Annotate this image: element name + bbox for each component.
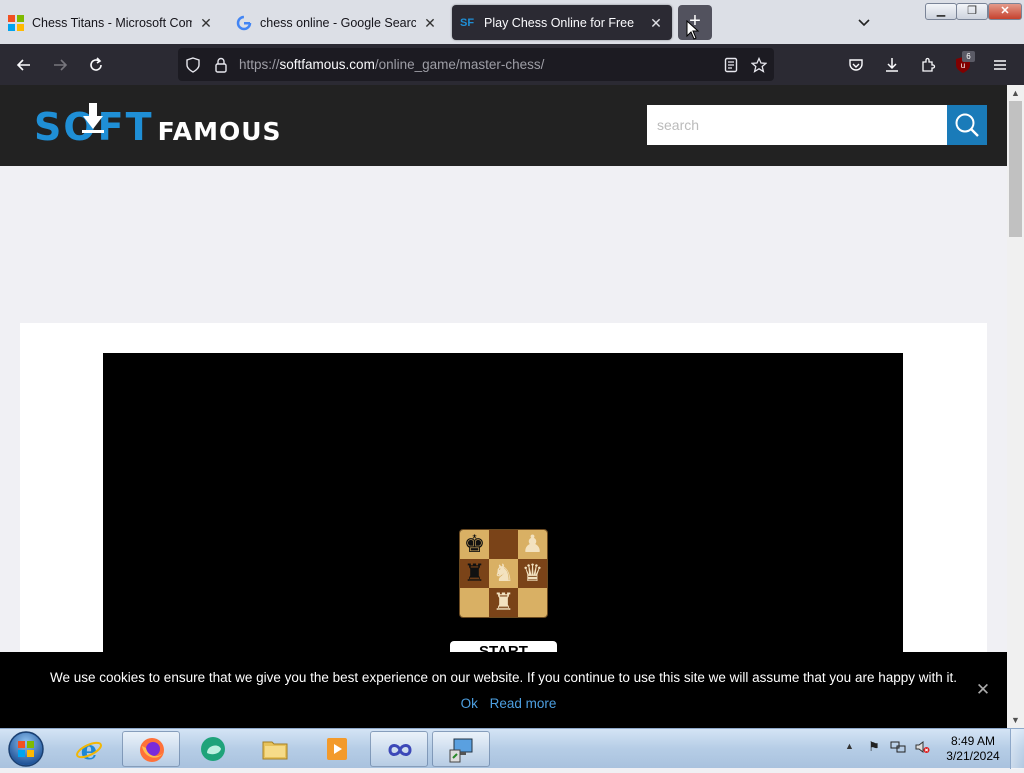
tab-close-icon[interactable]: ✕ xyxy=(198,15,214,31)
extension-badge: 6 xyxy=(962,51,975,62)
white-queen-icon: ♛ xyxy=(521,560,544,587)
firefox-icon xyxy=(140,738,164,762)
url-bar[interactable]: https://softfamous.com/online_game/maste… xyxy=(178,48,774,81)
cookie-read-more-link[interactable]: Read more xyxy=(490,696,557,711)
download-arrow-icon xyxy=(82,103,104,133)
folder-icon xyxy=(262,741,288,760)
black-rook-icon: ♜ xyxy=(463,560,486,587)
navigation-bar: https://softfamous.com/online_game/maste… xyxy=(0,44,1024,85)
close-window-button[interactable]: ✕ xyxy=(988,3,1022,20)
action-center-flag-icon[interactable]: ⚑ xyxy=(866,739,882,755)
logo-famous-text: FAMOUS xyxy=(157,117,282,146)
tab-close-icon[interactable]: ✕ xyxy=(648,15,664,31)
taskbar-app[interactable] xyxy=(184,731,242,767)
reader-view-icon[interactable] xyxy=(720,54,742,76)
restore-button[interactable]: ❐ xyxy=(956,3,988,20)
softfamous-icon: SF xyxy=(460,16,475,29)
show-hidden-icons-button[interactable]: ▲ xyxy=(845,741,854,751)
white-pawn-icon: ♟ xyxy=(521,531,544,558)
tab-title: chess online - Google Search xyxy=(260,15,416,30)
white-rook-icon: ♜ xyxy=(492,589,515,616)
tab-google-search[interactable]: chess online - Google Search ✕ xyxy=(228,5,446,40)
taskbar-firefox[interactable] xyxy=(122,731,180,767)
clock-time: 8:49 AM xyxy=(950,734,996,748)
tab-title: Play Chess Online for Free xyxy=(484,15,635,30)
mouse-cursor-icon xyxy=(686,20,700,40)
cookie-ok-link[interactable]: Ok xyxy=(461,696,478,711)
bookmark-star-icon[interactable] xyxy=(748,54,770,76)
chat-app-icon xyxy=(201,737,225,761)
tracking-protection-icon[interactable] xyxy=(182,54,204,76)
white-knight-icon: ♞ xyxy=(492,560,515,587)
remote-desktop-icon xyxy=(449,738,473,763)
volume-muted-icon[interactable] xyxy=(914,739,930,755)
taskbar-remote-desktop[interactable] xyxy=(432,731,490,767)
tab-strip: Chess Titans - Microsoft Comm ✕ chess on… xyxy=(0,0,1024,44)
taskbar-file-explorer[interactable] xyxy=(246,731,304,767)
cookie-notice: We use cookies to ensure that we give yo… xyxy=(0,652,1007,728)
scrollbar-thumb[interactable] xyxy=(1009,101,1022,237)
url-path: /online_game/master-chess/ xyxy=(374,57,545,72)
url-host: softfamous.com xyxy=(279,57,375,72)
reload-button[interactable] xyxy=(83,52,109,78)
back-button[interactable] xyxy=(11,52,37,78)
black-king-icon: ♚ xyxy=(463,531,486,558)
taskbar-media-player[interactable] xyxy=(308,731,366,767)
pocket-icon[interactable] xyxy=(843,52,869,78)
extensions-icon[interactable] xyxy=(915,52,941,78)
cookie-close-icon[interactable]: ✕ xyxy=(974,681,992,699)
media-player-icon xyxy=(327,738,347,760)
lock-icon[interactable] xyxy=(210,54,232,76)
taskbar: e ▲ ⚑ 8:49 AM 3/21/2024 xyxy=(0,728,1024,769)
chevron-down-icon[interactable] xyxy=(852,10,876,34)
tab-chess-titans[interactable]: Chess Titans - Microsoft Comm ✕ xyxy=(0,5,222,40)
forward-button[interactable] xyxy=(47,52,73,78)
cookie-message: We use cookies to ensure that we give yo… xyxy=(50,670,957,685)
site-logo[interactable]: SOFTFAMOUS xyxy=(34,103,282,149)
search-icon xyxy=(955,113,979,137)
search-input[interactable] xyxy=(647,105,947,145)
tab-close-icon[interactable]: ✕ xyxy=(422,15,438,31)
svg-text:u: u xyxy=(961,61,965,70)
windows-start-icon xyxy=(8,731,44,767)
url-prefix: https:// xyxy=(239,57,280,72)
microsoft-store-icon xyxy=(8,14,24,31)
taskbar-internet-explorer[interactable]: e xyxy=(60,731,118,767)
internet-explorer-icon: e xyxy=(76,736,102,763)
tab-play-chess[interactable]: SF Play Chess Online for Free ✕ xyxy=(452,5,672,40)
google-icon xyxy=(236,15,252,31)
cookie-actions: Ok Read more xyxy=(0,696,1017,711)
site-header: SOFTFAMOUS xyxy=(0,85,1007,166)
infinity-app-icon xyxy=(388,744,412,756)
url-text: https://softfamous.com/online_game/maste… xyxy=(239,57,544,72)
tab-title: Chess Titans - Microsoft Comm xyxy=(32,15,192,30)
vertical-scrollbar[interactable]: ▲ ▼ xyxy=(1007,85,1024,728)
start-button[interactable] xyxy=(6,730,46,768)
taskbar-app-infinity[interactable] xyxy=(370,731,428,767)
search-button[interactable] xyxy=(947,105,987,145)
system-clock[interactable]: 8:49 AM 3/21/2024 xyxy=(940,734,1006,764)
svg-text:e: e xyxy=(81,736,98,763)
scroll-up-arrow[interactable]: ▲ xyxy=(1007,85,1024,101)
minimize-button[interactable]: ▁ xyxy=(925,3,957,20)
downloads-icon[interactable] xyxy=(879,52,905,78)
chess-game-icon: ♚ ♟ ♜ ♞ ♛ ♜ xyxy=(459,529,548,618)
scroll-down-arrow[interactable]: ▼ xyxy=(1007,712,1024,728)
clock-date: 3/21/2024 xyxy=(946,749,1000,763)
show-desktop-button[interactable] xyxy=(1010,729,1024,769)
menu-icon[interactable] xyxy=(987,52,1013,78)
network-icon[interactable] xyxy=(890,739,906,755)
